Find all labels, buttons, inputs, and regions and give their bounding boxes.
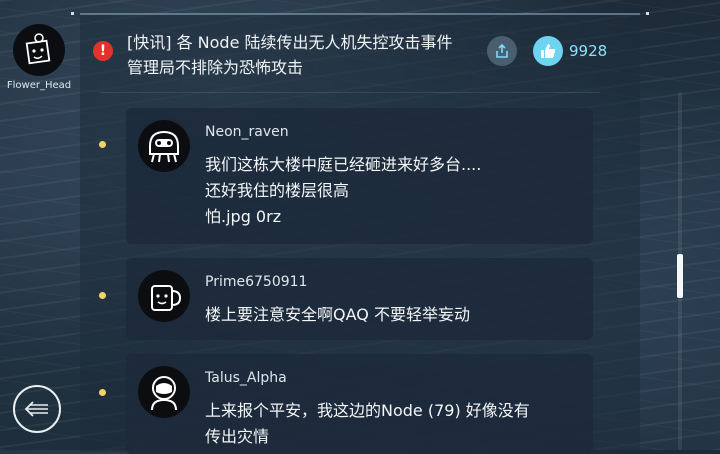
commenter-name[interactable]: Prime6750911 bbox=[205, 274, 307, 290]
flower-head-avatar-icon bbox=[25, 33, 51, 65]
commenter-name[interactable]: Neon_raven bbox=[205, 124, 289, 140]
comment-card[interactable]: Prime6750911 楼上要注意安全啊QAQ 不要轻举妄动 bbox=[126, 258, 593, 340]
comment-card[interactable]: Neon_raven 我们这栋大楼中庭已经砸进来好多台.... 还好我住的楼层很… bbox=[126, 108, 593, 244]
current-user[interactable]: Flower_Head bbox=[6, 24, 72, 91]
user-avatar[interactable] bbox=[13, 24, 65, 76]
panel-corner-mark bbox=[71, 12, 74, 15]
commenter-avatar[interactable] bbox=[138, 120, 190, 172]
thumbs-up-icon bbox=[541, 44, 556, 58]
back-arrow-icon bbox=[24, 401, 48, 417]
user-name: Flower_Head bbox=[6, 80, 72, 91]
comment-bullet bbox=[99, 141, 106, 148]
commenter-name[interactable]: Talus_Alpha bbox=[205, 370, 287, 386]
exclamation-icon: ! bbox=[93, 41, 113, 61]
divider bbox=[100, 92, 600, 93]
scrollbar-thumb[interactable] bbox=[677, 254, 683, 298]
commenter-avatar[interactable] bbox=[138, 270, 190, 322]
panel-corner-mark bbox=[646, 12, 649, 15]
mug-avatar-icon bbox=[151, 285, 182, 311]
comment-bullet bbox=[99, 292, 106, 299]
share-icon bbox=[496, 43, 508, 58]
comment-text: 上来报个平安，我这边的Node (79) 好像没有 传出灾情 bbox=[205, 401, 530, 446]
share-button[interactable] bbox=[487, 36, 517, 66]
back-button[interactable] bbox=[13, 385, 61, 433]
comment-card[interactable]: Talus_Alpha 上来报个平安，我这边的Node (79) 好像没有 传出… bbox=[126, 354, 593, 454]
commenter-avatar[interactable] bbox=[138, 366, 190, 418]
comment-text: 楼上要注意安全啊QAQ 不要轻举妄动 bbox=[205, 305, 470, 324]
astronaut-avatar-icon bbox=[151, 376, 177, 411]
like-button[interactable] bbox=[533, 36, 563, 66]
news-headline[interactable]: [快讯] 各 Node 陆续传出无人机失控攻击事件 管理局不排除为恐怖攻击 bbox=[127, 30, 483, 80]
comment-bullet bbox=[99, 389, 106, 396]
comment-text: 我们这栋大楼中庭已经砸进来好多台.... 还好我住的楼层很高 怕.jpg 0rz bbox=[205, 155, 482, 226]
like-count: 9928 bbox=[569, 42, 608, 60]
robot-avatar-icon bbox=[149, 130, 179, 163]
